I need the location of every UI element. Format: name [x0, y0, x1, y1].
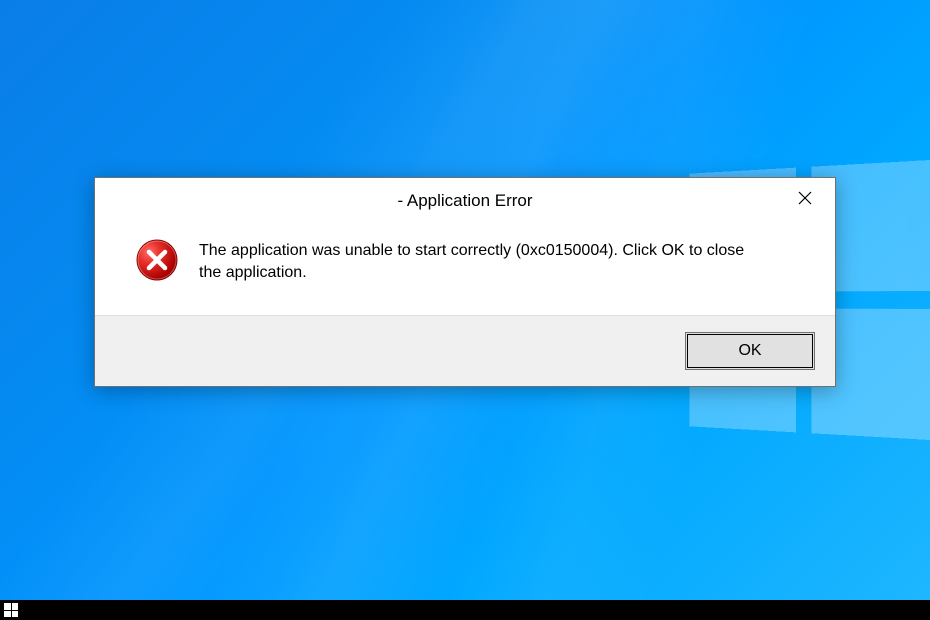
error-dialog: - Application Error	[94, 177, 836, 387]
taskbar[interactable]	[0, 600, 930, 620]
dialog-body: The application was unable to start corr…	[95, 224, 835, 315]
dialog-titlebar[interactable]: - Application Error	[95, 178, 835, 224]
close-icon	[798, 191, 812, 205]
dialog-title: - Application Error	[397, 191, 532, 211]
desktop-wallpaper: - Application Error	[0, 0, 930, 600]
error-icon	[135, 238, 179, 282]
close-button[interactable]	[775, 178, 835, 218]
dialog-message: The application was unable to start corr…	[199, 238, 749, 285]
ok-button[interactable]: OK	[685, 332, 815, 370]
windows-icon	[4, 603, 11, 610]
start-button[interactable]	[4, 603, 18, 617]
dialog-footer: OK	[95, 315, 835, 386]
